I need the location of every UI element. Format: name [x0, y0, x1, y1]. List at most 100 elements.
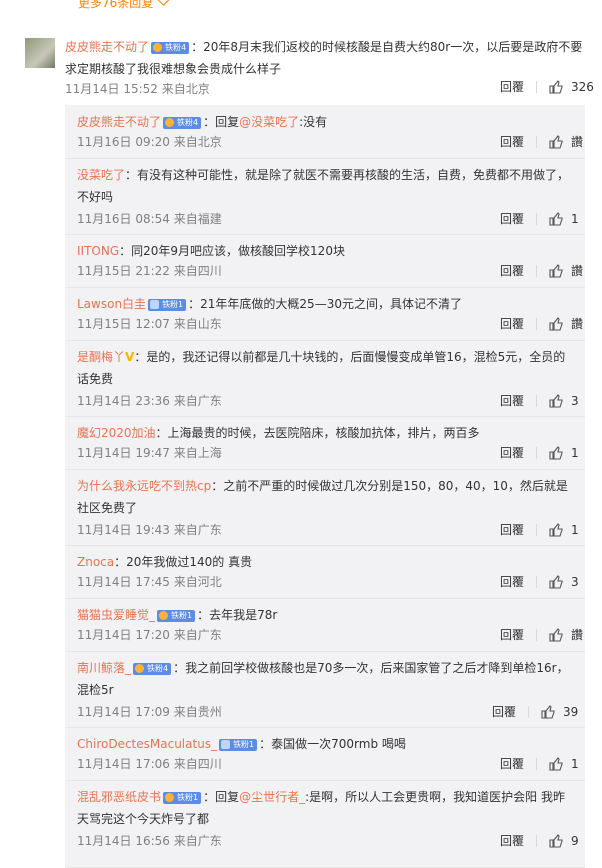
like-icon[interactable]: [549, 211, 563, 226]
reply-button[interactable]: 回覆: [492, 703, 516, 720]
avatar[interactable]: [25, 38, 55, 68]
like-icon[interactable]: [549, 574, 563, 589]
reply-button[interactable]: 回覆: [500, 210, 524, 227]
reply-body: ：是的，我还记得以前都是几十块钱的，后面慢慢变成单管16，混检5元，全员的话免费: [77, 350, 566, 386]
reply-button[interactable]: 回覆: [500, 832, 524, 849]
reply-actions: 回覆 1: [500, 210, 579, 227]
reply-body: ：上海最贵的时候，去医院陪床，核酸加抗体，排片，两百多: [155, 426, 480, 440]
reply-user[interactable]: ChiroDectesMaculatus_: [77, 737, 217, 751]
reply-user[interactable]: 没菜吃了: [77, 168, 125, 182]
reply-button[interactable]: 回覆: [500, 521, 524, 538]
reply-user[interactable]: 魔幻2020加油: [77, 426, 156, 440]
reply-meta: 11月16日 08:54 来自福建: [77, 212, 222, 226]
divider: [536, 80, 538, 93]
reply-text: 为什么我永远吃不到热cp：之前不严重的时候做过几次分别是150，80，40，10…: [77, 475, 572, 519]
verified-icon: V: [125, 350, 135, 364]
reply-item: 南川鲸落_ 铁粉4 ：我之前回学校做核酸也是70多一次，后来国家管了之后才降到单检1…: [65, 651, 585, 728]
divider: [536, 628, 538, 641]
mention-link[interactable]: @尘世行者_: [239, 790, 305, 804]
reply-item: 为什么我永远吃不到热cp：之前不严重的时候做过几次分别是150，80，40，10…: [65, 469, 585, 546]
reply-actions: 回覆 3: [500, 392, 579, 409]
chevron-down-icon: [157, 0, 171, 6]
more-replies-link[interactable]: 更多76条回复: [78, 0, 171, 10]
like-icon[interactable]: [549, 393, 563, 408]
divider: [536, 317, 538, 330]
like-icon[interactable]: [549, 445, 563, 460]
reply-body: ：21年年底做的大概25—30元之间，具体记不清了: [188, 297, 462, 311]
reply-user[interactable]: 为什么我永远吃不到热cp: [77, 479, 211, 493]
like-icon[interactable]: [549, 522, 563, 537]
reply-item: Znoca：20年我做过140的 真贵 11月14日 17:45 来自河北 回覆 3: [65, 545, 585, 599]
reply-item: 皮皮熊走不动了 铁粉4 ：回复@没菜吃了:没有 11月16日 09:20 来自北京 回覆…: [65, 105, 585, 159]
like-icon[interactable]: [549, 316, 563, 331]
reply-user[interactable]: 皮皮熊走不动了: [77, 115, 161, 129]
like-count: 讚: [571, 135, 584, 149]
mention-link[interactable]: @没菜吃了: [239, 115, 299, 129]
reply-meta: 11月14日 19:43 来自广东: [77, 523, 222, 537]
like-icon[interactable]: [549, 263, 563, 278]
reply-meta: 11月14日 17:20 来自广东: [77, 628, 222, 642]
reply-button[interactable]: 回覆: [500, 78, 524, 95]
comment-text: 皮皮熊走不动了 铁粉4 ：20年8月末我们返校的时候核酸是自费大约80r一次，以后要…: [65, 36, 585, 80]
reply-actions: 回覆 讚: [500, 626, 583, 643]
fan-badge: 铁粉1: [219, 739, 258, 751]
reply-meta: 11月14日 19:47 来自上海: [77, 446, 222, 460]
reply-item: Lawson白圭 铁粉1 ：21年年底做的大概25—30元之间，具体记不清了 11月1…: [65, 287, 585, 341]
reply-button[interactable]: 回覆: [500, 626, 524, 643]
reply-meta: 11月15日 12:07 来自山东: [77, 317, 222, 331]
reply-user[interactable]: IITONG: [77, 244, 119, 258]
reply-button[interactable]: 回覆: [500, 392, 524, 409]
reply-text: 魔幻2020加油：上海最贵的时候，去医院陪床，核酸加抗体，排片，两百多: [77, 422, 572, 444]
reply-user[interactable]: Znoca: [77, 555, 114, 569]
like-count: 1: [571, 756, 579, 771]
divider: [528, 705, 530, 718]
fan-badge: 铁粉1: [148, 299, 187, 311]
divider: [536, 394, 538, 407]
comment-user[interactable]: 皮皮熊走不动了: [65, 40, 149, 54]
like-count: 9: [571, 833, 579, 848]
reply-user[interactable]: 是酮梅丫: [77, 350, 125, 364]
like-count: 39: [563, 704, 579, 719]
reply-item: 是酮梅丫V：是的，我还记得以前都是几十块钱的，后面慢慢变成单管16，混检5元，全…: [65, 340, 585, 417]
reply-meta: 11月14日 23:36 来自广东: [77, 394, 222, 408]
reply-text: 南川鲸落_ 铁粉4 ：我之前回学校做核酸也是70多一次，后来国家管了之后才降到单检1…: [77, 657, 572, 701]
like-icon[interactable]: [549, 134, 563, 149]
reply-button[interactable]: 回覆: [500, 262, 524, 279]
reply-button[interactable]: 回覆: [500, 755, 524, 772]
divider: [536, 264, 538, 277]
divider: [536, 446, 538, 459]
reply-user[interactable]: 猫猫虫爱睡觉_: [77, 608, 155, 622]
like-icon[interactable]: [549, 79, 563, 94]
divider: [536, 523, 538, 536]
like-icon[interactable]: [549, 833, 563, 848]
fan-badge: 铁粉1: [163, 792, 202, 804]
more-replies-label: 更多76条回复: [78, 0, 154, 10]
reply-prefix: ：回复: [203, 115, 240, 129]
reply-actions: 回覆 9: [500, 832, 579, 849]
reply-item: IITONG：同20年9月吧应该，做核酸回学校120块 11月15日 21:22 …: [65, 234, 585, 288]
reply-text: ChiroDectesMaculatus_ 铁粉1 ：泰国做一次700rmb 喝喝: [77, 733, 572, 755]
like-count: 1: [571, 445, 579, 460]
reply-body: ：泰国做一次700rmb 喝喝: [259, 737, 406, 751]
reply-button[interactable]: 回覆: [500, 444, 524, 461]
fan-badge: 铁粉4: [163, 117, 202, 129]
reply-body: ：同20年9月吧应该，做核酸回学校120块: [119, 244, 345, 258]
reply-user[interactable]: 南川鲸落_: [77, 661, 131, 675]
reply-meta: 11月15日 21:22 来自四川: [77, 264, 222, 278]
reply-meta: 11月14日 17:06 来自四川: [77, 757, 222, 771]
reply-meta: 11月14日 17:45 来自河北: [77, 575, 222, 589]
reply-actions: 回覆 1: [500, 755, 579, 772]
reply-button[interactable]: 回覆: [500, 315, 524, 332]
like-icon[interactable]: [549, 627, 563, 642]
reply-button[interactable]: 回覆: [500, 573, 524, 590]
like-icon[interactable]: [549, 756, 563, 771]
like-icon[interactable]: [541, 704, 555, 719]
reply-user[interactable]: 混乱邪恶纸皮书: [77, 790, 161, 804]
divider: [536, 834, 538, 847]
fan-badge: 铁粉4: [151, 42, 190, 54]
reply-actions: 回覆 1: [500, 521, 579, 538]
like-count: 讚: [571, 317, 584, 331]
reply-button[interactable]: 回覆: [500, 133, 524, 150]
reply-text: 没菜吃了：有没有这种可能性，就是除了就医不需要再核酸的生活，自费，免费都不用做了…: [77, 164, 572, 208]
reply-user[interactable]: Lawson白圭: [77, 297, 146, 311]
